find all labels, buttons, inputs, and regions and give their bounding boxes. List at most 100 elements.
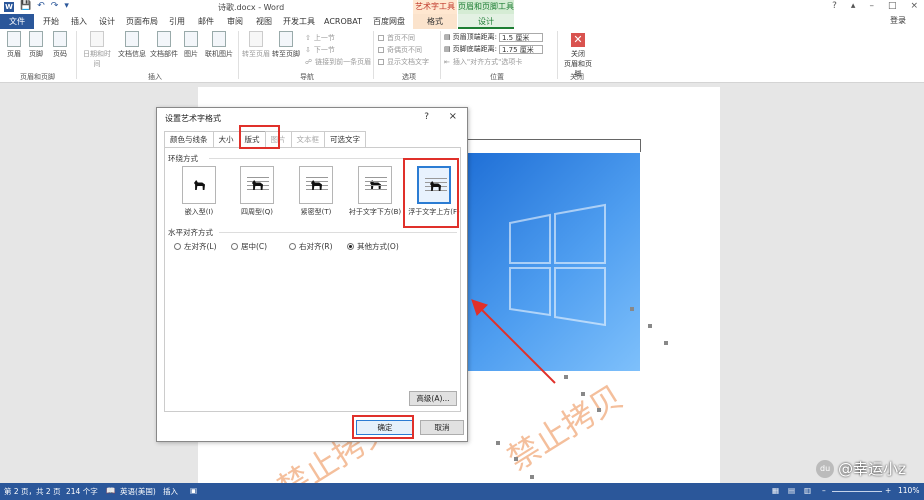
insert-alignment-tab[interactable]: ⇤ 插入"对齐方式"选项卡 xyxy=(444,57,522,67)
next-section[interactable]: ⇩ 下一节 xyxy=(305,45,335,55)
wrap-square[interactable]: 四周型(Q) xyxy=(232,166,282,217)
customize-icon[interactable]: ▾ xyxy=(64,1,69,11)
web-layout-icon[interactable]: ▥ xyxy=(804,486,811,495)
ribbon-display-icon[interactable]: ▴ xyxy=(851,1,856,11)
tab-acrobat[interactable]: ACROBAT xyxy=(322,14,364,29)
tab-format[interactable]: 格式 xyxy=(413,14,457,29)
goto-header-button[interactable]: 转至页眉 xyxy=(242,31,270,59)
align-center-radio[interactable]: 居中(C) xyxy=(231,241,267,252)
quick-parts-button[interactable]: 文档部件 xyxy=(149,31,179,59)
sign-in-link[interactable]: 登录 xyxy=(890,15,906,26)
tab-references[interactable]: 引用 xyxy=(164,14,190,29)
tab-home[interactable]: 开始 xyxy=(38,14,64,29)
wrap-inline[interactable]: 嵌入型(I) xyxy=(174,166,224,217)
insert-mode[interactable]: 插入 xyxy=(163,486,178,497)
resize-handle[interactable] xyxy=(648,324,652,328)
picture-button[interactable]: 图片 xyxy=(181,31,201,59)
wrap-behind-text[interactable]: 衬于文字下方(B) xyxy=(346,166,404,217)
proofing-icon[interactable]: 📖 xyxy=(106,486,115,495)
language[interactable]: 英语(美国) xyxy=(120,486,156,497)
tab-baidu-netdisk[interactable]: 百度网盘 xyxy=(368,14,410,29)
align-other-radio[interactable]: 其他方式(O) xyxy=(347,241,399,252)
resize-handle[interactable] xyxy=(514,457,518,461)
previous-section[interactable]: ⇧ 上一节 xyxy=(305,33,335,43)
print-layout-icon[interactable]: ▤ xyxy=(788,486,795,495)
checkbox[interactable] xyxy=(378,59,384,65)
help-icon[interactable]: ? xyxy=(832,1,837,11)
online-picture-button[interactable]: 联机图片 xyxy=(203,31,235,59)
checkbox[interactable] xyxy=(378,47,384,53)
close-icon: ✕ xyxy=(571,33,585,47)
doc-info-button[interactable]: 文档信息 xyxy=(117,31,147,59)
resize-handle[interactable] xyxy=(597,408,601,412)
wrap-tight[interactable]: 紧密型(T) xyxy=(291,166,341,217)
tab-alt-text[interactable]: 可选文字 xyxy=(324,131,366,147)
ribbon-tabs: 文件 开始 插入 设计 页面布局 引用 邮件 审阅 视图 开发工具 ACROBA… xyxy=(0,14,924,29)
header-distance-input[interactable]: 1.5 厘米 xyxy=(498,32,543,42)
footer-distance-input[interactable]: 1.75 厘米 xyxy=(498,44,543,54)
tab-developer[interactable]: 开发工具 xyxy=(280,14,318,29)
doc-info-icon xyxy=(125,31,139,47)
windows-wallpaper-image[interactable] xyxy=(465,153,640,371)
close-button[interactable]: × xyxy=(910,1,918,11)
tab-view[interactable]: 视图 xyxy=(251,14,277,29)
redo-icon[interactable]: ↷ xyxy=(51,1,59,11)
minimize-button[interactable]: – xyxy=(869,1,874,11)
highlight-layout-tab xyxy=(239,125,280,149)
resize-handle[interactable] xyxy=(581,392,585,396)
tab-textbox[interactable]: 文本框 xyxy=(290,131,325,147)
tab-hf-design[interactable]: 设计 xyxy=(458,14,514,29)
undo-icon[interactable]: ↶ xyxy=(37,1,45,11)
checkbox[interactable] xyxy=(378,35,384,41)
resize-handle[interactable] xyxy=(664,341,668,345)
resize-handle[interactable] xyxy=(630,307,634,311)
tab-colors-lines[interactable]: 颜色与线条 xyxy=(164,131,214,147)
link-to-previous[interactable]: ☍ 链接到前一条页眉 xyxy=(305,57,371,67)
goto-footer-button[interactable]: 转至页脚 xyxy=(272,31,300,59)
page-number-button[interactable]: 页码 xyxy=(50,31,70,59)
word-count[interactable]: 214 个字 xyxy=(66,486,98,497)
tab-design[interactable]: 设计 xyxy=(94,14,120,29)
radio-dot[interactable] xyxy=(347,243,354,250)
group-divider xyxy=(557,31,558,79)
different-odd-even[interactable]: 奇偶页不同 xyxy=(378,45,422,55)
resize-handle[interactable] xyxy=(530,475,534,479)
zoom-in-icon[interactable]: + xyxy=(885,486,891,495)
tab-page-layout[interactable]: 页面布局 xyxy=(122,14,162,29)
tab-review[interactable]: 审阅 xyxy=(222,14,248,29)
zoom-slider[interactable] xyxy=(832,491,882,492)
group-label-header-footer: 页眉和页脚 xyxy=(20,73,55,81)
quick-access-toolbar: 💾 ↶ ↷ ▾ xyxy=(20,1,69,11)
word-app-icon[interactable]: W xyxy=(4,2,14,12)
resize-handle[interactable] xyxy=(496,441,500,445)
header-icon xyxy=(7,31,21,47)
align-right-radio[interactable]: 右对齐(R) xyxy=(289,241,333,252)
zoom-level[interactable]: 110% xyxy=(898,486,919,495)
macro-icon[interactable]: ▣ xyxy=(190,486,197,495)
resize-handle[interactable] xyxy=(564,375,568,379)
different-first-page[interactable]: 首页不同 xyxy=(378,33,415,43)
radio-dot[interactable] xyxy=(289,243,296,250)
cancel-button[interactable]: 取消 xyxy=(420,420,464,435)
read-mode-icon[interactable]: ▦ xyxy=(772,486,779,495)
radio-dot[interactable] xyxy=(231,243,238,250)
show-document-text[interactable]: 显示文档文字 xyxy=(378,57,429,67)
tab-size[interactable]: 大小 xyxy=(212,131,240,147)
dialog-close-button[interactable]: × xyxy=(449,111,457,122)
footer-button[interactable]: 页脚 xyxy=(26,31,46,59)
advanced-button[interactable]: 高级(A)... xyxy=(409,391,457,406)
date-time-button[interactable]: 日期和时间 xyxy=(80,31,114,69)
tab-insert[interactable]: 插入 xyxy=(66,14,92,29)
zoom-out-icon[interactable]: – xyxy=(822,486,826,495)
maximize-button[interactable]: □ xyxy=(888,1,897,11)
page-count[interactable]: 第 2 页，共 2 页 xyxy=(4,486,61,497)
dialog-help-button[interactable]: ? xyxy=(424,112,429,122)
save-icon[interactable]: 💾 xyxy=(20,1,31,11)
align-left-radio[interactable]: 左对齐(L) xyxy=(174,241,217,252)
header-button[interactable]: 页眉 xyxy=(4,31,24,59)
radio-dot[interactable] xyxy=(174,243,181,250)
quick-parts-icon xyxy=(157,31,171,47)
tab-mailings[interactable]: 邮件 xyxy=(193,14,219,29)
halign-section-label: 水平对齐方式 xyxy=(168,228,213,237)
tab-file[interactable]: 文件 xyxy=(0,14,34,29)
